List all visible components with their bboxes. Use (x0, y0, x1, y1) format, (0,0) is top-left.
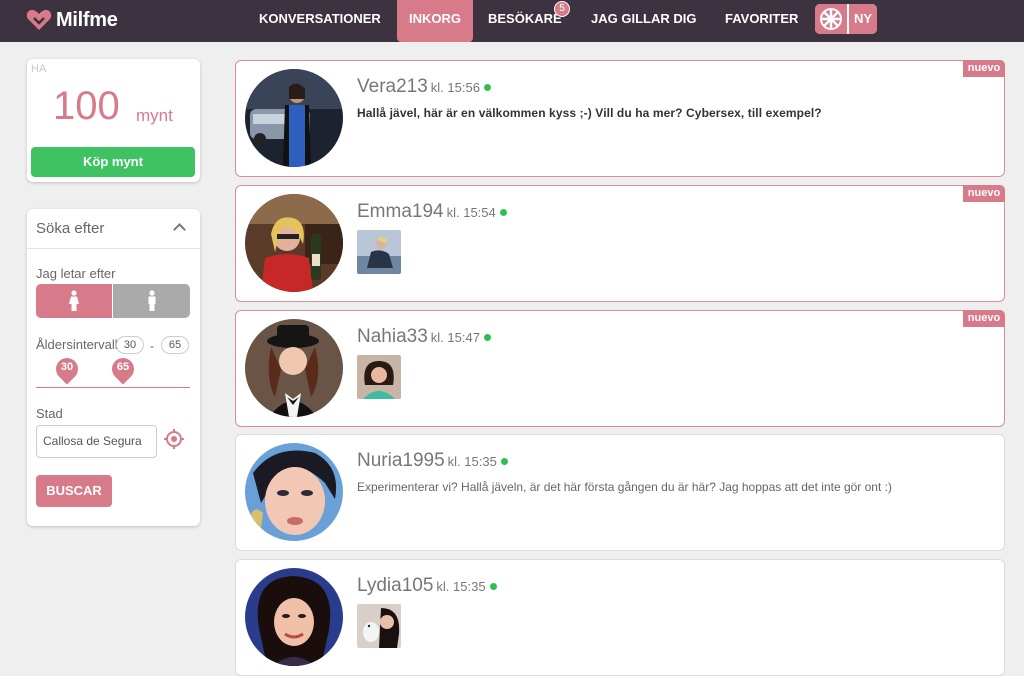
gender-male-button[interactable] (113, 284, 190, 318)
online-status-dot (499, 209, 507, 216)
conversation-header: Nuria1995 kl. 15:35 (357, 450, 508, 472)
conversation-item[interactable]: Vera213 kl. 15:56 Hallå jävel, här är en … (235, 60, 1005, 177)
avatar[interactable] (245, 69, 343, 167)
conversation-item[interactable]: Nahia33 kl. 15:47 nuevo (235, 310, 1005, 427)
coins-unit: mynt (136, 106, 173, 125)
conversation-time: kl. 15:47 (430, 330, 480, 345)
new-label: NY (847, 4, 877, 34)
conversation-header: Nahia33 kl. 15:47 (357, 326, 491, 348)
female-icon (69, 290, 79, 311)
nav-inkorg[interactable]: INKORG (397, 0, 473, 42)
top-navigation-bar: Milfme KONVERSATIONER INKORG BESÖKARE 5 … (0, 0, 1024, 42)
conversation-time: kl. 15:35 (447, 454, 497, 469)
nav-jag-gillar-dig[interactable]: JAG GILLAR DIG (591, 0, 696, 42)
search-submit-button[interactable]: BUSCAR (36, 475, 112, 507)
roulette-wheel-icon (815, 4, 847, 34)
chevron-up-icon (173, 223, 186, 236)
age-slider-min-value: 30 (60, 361, 74, 373)
avatar[interactable] (245, 443, 343, 541)
attached-photo-thumbnail[interactable] (357, 230, 401, 274)
avatar[interactable] (245, 568, 343, 666)
nav-favoriter[interactable]: FAVORITER (725, 0, 798, 42)
male-icon (148, 290, 155, 311)
conversation-header: Lydia105 kl. 15:35 (357, 575, 497, 597)
avatar[interactable] (245, 319, 343, 417)
conversation-item[interactable]: Emma194 kl. 15:54 nuevo (235, 185, 1005, 302)
new-roulette-toggle[interactable]: NY (815, 4, 877, 34)
search-panel-header[interactable]: Söka efter (27, 209, 200, 249)
conversation-message: Experimenterar vi? Hallå jäveln, är det … (357, 480, 892, 494)
age-range-label: Åldersintervall (36, 337, 118, 352)
looking-for-label: Jag letar efter (36, 266, 116, 281)
nav-konversationer[interactable]: KONVERSATIONER (259, 0, 381, 42)
buy-coins-button[interactable]: Köp mynt (31, 147, 195, 177)
nav-besokare[interactable]: BESÖKARE 5 (488, 0, 570, 42)
age-slider-max-value: 65 (116, 361, 130, 373)
attached-photo-thumbnail[interactable] (357, 604, 401, 648)
gender-female-button[interactable] (36, 284, 112, 318)
conversation-time: kl. 15:35 (436, 579, 486, 594)
city-input[interactable]: Callosa de Segura (36, 425, 157, 458)
new-badge: nuevo (963, 310, 1005, 327)
conversation-name[interactable]: Emma194 (357, 201, 444, 222)
age-max-field[interactable]: 65 (161, 336, 189, 354)
conversation-item[interactable]: Nuria1995 kl. 15:35 Experimenterar vi? Ha… (235, 434, 1005, 551)
age-slider-track[interactable] (36, 387, 190, 388)
age-min-field[interactable]: 30 (116, 336, 144, 354)
online-status-dot (483, 84, 491, 91)
coins-amount: 100 (53, 84, 120, 128)
online-status-dot (489, 583, 497, 590)
conversation-message: Hallå jävel, här är en välkommen kyss ;-… (357, 106, 822, 120)
new-badge: nuevo (963, 60, 1005, 77)
brand-name: Milfme (56, 8, 118, 31)
conversation-header: Vera213 kl. 15:56 (357, 76, 491, 98)
conversation-time: kl. 15:54 (446, 205, 496, 220)
coins-corner-label: HA (31, 63, 47, 75)
visitor-count-badge: 5 (554, 1, 570, 17)
conversation-name[interactable]: Nahia33 (357, 326, 428, 347)
conversation-name[interactable]: Nuria1995 (357, 450, 445, 471)
online-status-dot (500, 458, 508, 465)
online-status-dot (483, 334, 491, 341)
avatar[interactable] (245, 194, 343, 292)
conversation-name[interactable]: Lydia105 (357, 575, 433, 596)
city-label: Stad (36, 406, 63, 421)
conversation-header: Emma194 kl. 15:54 (357, 201, 507, 223)
conversation-name[interactable]: Vera213 (357, 76, 428, 97)
new-badge: nuevo (963, 185, 1005, 202)
conversation-time: kl. 15:56 (430, 80, 480, 95)
search-panel-title: Söka efter (36, 220, 105, 237)
logo-heart-icon (26, 9, 52, 30)
nav-besokare-label: BESÖKARE (488, 11, 562, 26)
coins-card: HA 100 mynt Köp mynt (27, 59, 200, 182)
conversation-item[interactable]: Lydia105 kl. 15:35 (235, 559, 1005, 676)
locate-target-icon[interactable] (163, 428, 185, 450)
age-separator: - (150, 339, 154, 353)
brand-logo[interactable]: Milfme (26, 8, 118, 32)
attached-photo-thumbnail[interactable] (357, 355, 401, 399)
search-panel: Söka efter Jag letar efter Åldersinterva… (27, 209, 200, 526)
